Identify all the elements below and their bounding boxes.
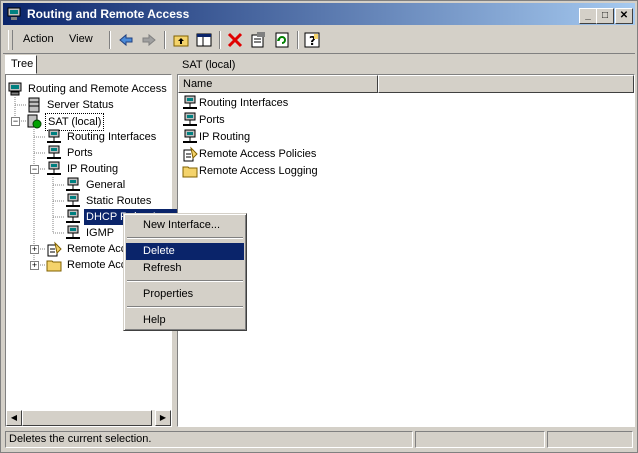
toolbar-separator: [164, 31, 166, 49]
column-header-name[interactable]: Name: [178, 75, 378, 93]
right-pane-header: SAT (local): [182, 59, 236, 71]
network-icon: [66, 209, 80, 223]
computer-icon: [8, 82, 22, 96]
menu-separator: [127, 280, 243, 282]
menu-item-refresh[interactable]: Refresh: [126, 260, 244, 277]
menu-item-new-interface[interactable]: New Interface...: [126, 217, 244, 234]
app-icon: [7, 7, 21, 20]
tab-tree[interactable]: Tree: [5, 55, 37, 74]
server-green-icon: [27, 114, 42, 129]
network-icon: [47, 129, 61, 143]
maximize-button[interactable]: □: [596, 8, 614, 24]
close-button[interactable]: ✕: [615, 8, 633, 24]
window-title: Routing and Remote Access: [27, 7, 190, 21]
menu-separator: [127, 237, 243, 239]
title-bar[interactable]: Routing and Remote Access _ □ ✕: [3, 3, 635, 25]
back-arrow-icon[interactable]: [117, 31, 135, 49]
toolbar-separator: [109, 31, 111, 49]
menu-item-help[interactable]: Help: [126, 312, 244, 329]
expand-toggle[interactable]: +: [30, 245, 39, 254]
column-header-empty[interactable]: [378, 75, 634, 93]
menu-view[interactable]: View: [69, 33, 93, 45]
network-icon: [66, 225, 80, 239]
network-icon: [47, 145, 61, 159]
forward-arrow-icon[interactable]: [140, 31, 158, 49]
refresh-icon[interactable]: [273, 31, 291, 49]
toolbar-separator: [219, 31, 221, 49]
folder-icon: [182, 166, 198, 178]
menu-item-delete[interactable]: Delete: [126, 243, 244, 260]
network-icon: [183, 95, 197, 109]
policy-icon: [47, 241, 62, 257]
network-icon: [183, 129, 197, 143]
show-hide-tree-icon[interactable]: [195, 31, 213, 49]
network-icon: [66, 193, 80, 207]
server-stack-icon: [28, 97, 40, 113]
context-menu: New Interface... Delete Refresh Properti…: [123, 213, 247, 331]
expand-toggle[interactable]: +: [30, 261, 39, 270]
scroll-thumb[interactable]: [22, 410, 152, 426]
status-text: Deletes the current selection.: [5, 431, 413, 448]
minimize-button[interactable]: _: [579, 8, 597, 24]
status-bar: Deletes the current selection.: [3, 430, 635, 450]
network-icon: [66, 177, 80, 191]
main-window: Routing and Remote Access _ □ ✕ Action V…: [0, 0, 638, 453]
toolbar-grip[interactable]: [8, 30, 13, 50]
policy-icon: [183, 146, 198, 162]
properties-icon[interactable]: [249, 31, 267, 49]
delete-x-icon[interactable]: [226, 31, 244, 49]
help-icon[interactable]: ?: [303, 31, 321, 49]
status-panel-3: [547, 431, 633, 448]
up-folder-icon[interactable]: [172, 31, 190, 49]
menu-item-properties[interactable]: Properties: [126, 286, 244, 303]
toolbar-separator: [297, 31, 299, 49]
menu-separator: [127, 306, 243, 308]
scroll-left-icon[interactable]: ◀: [6, 410, 22, 426]
network-icon: [183, 112, 197, 126]
collapse-toggle[interactable]: −: [30, 165, 39, 174]
status-panel-2: [415, 431, 545, 448]
toolbar: Action View ?: [3, 27, 635, 54]
network-icon: [47, 161, 61, 175]
menu-action[interactable]: Action: [23, 33, 54, 45]
scroll-right-icon[interactable]: ▶: [155, 410, 171, 426]
folder-icon: [46, 260, 62, 272]
collapse-toggle[interactable]: −: [11, 117, 20, 126]
tree-horizontal-scrollbar[interactable]: ◀ ▶: [6, 410, 171, 426]
